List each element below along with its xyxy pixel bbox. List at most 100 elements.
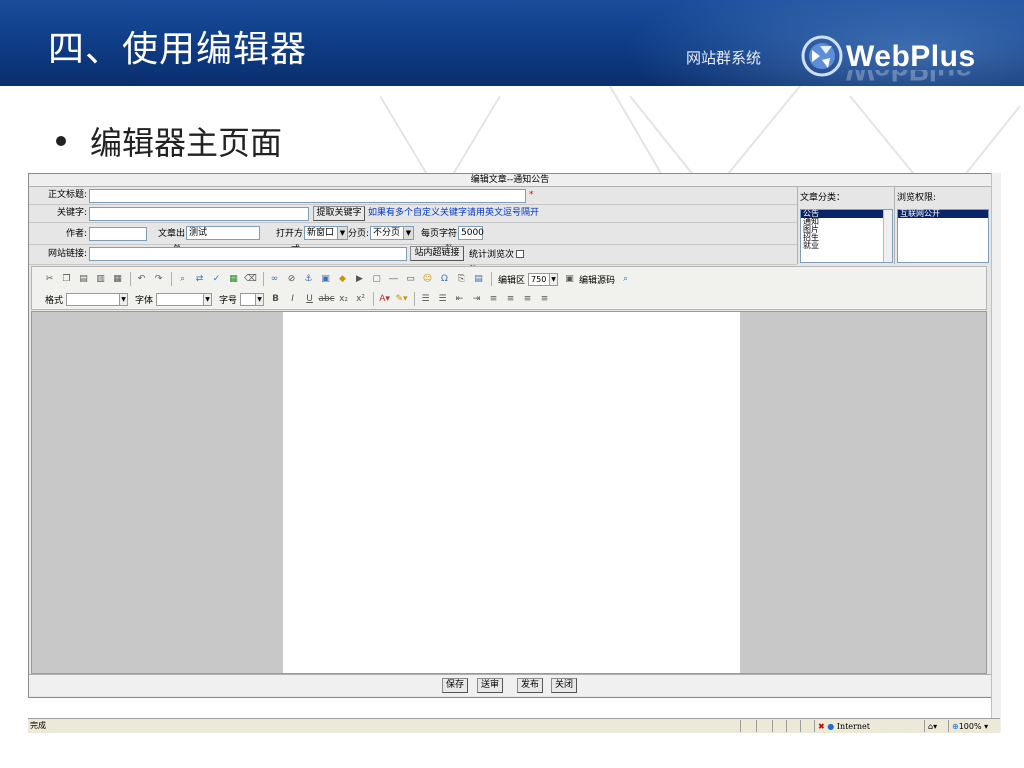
zoom-cell[interactable]: ⊕100% ▾ bbox=[948, 720, 999, 732]
status-cell bbox=[756, 720, 757, 732]
bold-icon[interactable]: B bbox=[268, 292, 283, 307]
remove-format-icon[interactable]: ⌫ bbox=[243, 272, 258, 287]
subscript-icon[interactable]: x₂ bbox=[336, 292, 351, 307]
zoom-icon: ⊕ bbox=[952, 722, 959, 731]
permission-item[interactable]: 互联网公开 bbox=[898, 210, 988, 218]
permission-label: 浏览权限: bbox=[897, 193, 937, 203]
editor-content-page[interactable] bbox=[283, 312, 740, 673]
link-input[interactable] bbox=[89, 247, 407, 261]
source-input[interactable]: 测试 bbox=[186, 226, 260, 240]
edit-area-value: 750 bbox=[531, 274, 547, 284]
redo-icon[interactable]: ↷ bbox=[151, 272, 166, 287]
chevron-down-icon: ▾ bbox=[981, 722, 989, 731]
chars-per-page-input[interactable]: 5000 bbox=[458, 226, 484, 240]
lock-icon: ⌂▾ bbox=[928, 722, 938, 731]
anchor-icon[interactable]: ⚓ bbox=[301, 272, 316, 287]
toolbar-row-2: 格式 ▼ 字体 ▼ 字号 ▼ B I U abc x₂ x² A▾ ✎▾ ☰ ☰… bbox=[42, 289, 554, 309]
paste-word-icon[interactable]: ▦ bbox=[110, 272, 125, 287]
cut-icon[interactable]: ✂ bbox=[42, 272, 57, 287]
keyword-row: 关键字: 提取关键字 如果有多个自定义关键字请用英文逗号隔开 bbox=[29, 205, 797, 223]
smiley-icon[interactable]: ☺ bbox=[420, 272, 435, 287]
site-link-button[interactable]: 站内超链接 bbox=[410, 246, 464, 261]
numbered-list-icon[interactable]: ☰ bbox=[418, 292, 433, 307]
text-color-icon[interactable]: A▾ bbox=[377, 292, 392, 307]
title-row: 正文标题: * bbox=[29, 187, 797, 205]
source-code-label[interactable]: 编辑源码 bbox=[579, 273, 615, 286]
toolbar-separator bbox=[373, 292, 375, 306]
form-icon[interactable]: ▭ bbox=[403, 272, 418, 287]
title-input[interactable] bbox=[89, 189, 526, 203]
format-select[interactable]: ▼ bbox=[66, 292, 129, 306]
toolbar-separator bbox=[130, 272, 131, 286]
page-break-icon[interactable]: ⎘ bbox=[454, 272, 469, 287]
underline-icon[interactable]: U bbox=[302, 292, 317, 307]
paging-label: 分页: bbox=[347, 229, 369, 239]
toolbar-row-1: ✂ ❐ ▤ ▥ ▦ ↶ ↷ ⌕ ⇄ ✓ ▦ ⌫ ∞ ⊘ ⚓ ▣ ◆ ▶ ▢ ― … bbox=[42, 269, 635, 289]
page-scrollbar[interactable] bbox=[991, 173, 1001, 733]
outdent-icon[interactable]: ⇤ bbox=[452, 292, 467, 307]
italic-icon[interactable]: I bbox=[285, 292, 300, 307]
submit-review-button[interactable]: 送审 bbox=[477, 678, 503, 693]
image-icon[interactable]: ▣ bbox=[318, 272, 333, 287]
iframe-icon[interactable]: ▤ bbox=[471, 272, 486, 287]
category-listbox[interactable]: 公告 通知 图片 招生 就业 bbox=[800, 209, 893, 263]
align-justify-icon[interactable]: ≡ bbox=[537, 292, 552, 307]
chevron-down-icon: ▼ bbox=[203, 293, 212, 305]
publish-button[interactable]: 发布 bbox=[517, 678, 543, 693]
special-char-icon[interactable]: Ω bbox=[437, 272, 452, 287]
toolbar-separator bbox=[414, 292, 416, 306]
link-icon[interactable]: ∞ bbox=[267, 272, 282, 287]
indent-icon[interactable]: ⇥ bbox=[469, 292, 484, 307]
table-icon[interactable]: ▦ bbox=[226, 272, 241, 287]
zone-text: Internet bbox=[836, 722, 870, 731]
format-label: 格式 bbox=[45, 295, 64, 306]
blocked-icon: ✖ bbox=[818, 722, 825, 731]
link-row: 网站链接: 站内超链接 统计浏览次数 bbox=[29, 245, 797, 276]
bulleted-list-icon[interactable]: ☰ bbox=[435, 292, 450, 307]
find-icon[interactable]: ⌕ bbox=[175, 272, 190, 287]
size-select[interactable]: ▼ bbox=[240, 292, 265, 306]
spellcheck-icon[interactable]: ✓ bbox=[209, 272, 224, 287]
superscript-icon[interactable]: x² bbox=[353, 292, 368, 307]
paste-text-icon[interactable]: ▥ bbox=[93, 272, 108, 287]
status-cell bbox=[740, 720, 741, 732]
extract-keyword-button[interactable]: 提取关键字 bbox=[313, 206, 365, 221]
link-label: 网站链接: bbox=[47, 249, 87, 259]
open-mode-select[interactable]: 新窗口 ▼ bbox=[304, 226, 348, 240]
paste-icon[interactable]: ▤ bbox=[76, 272, 91, 287]
background-color-icon[interactable]: ✎▾ bbox=[394, 292, 409, 307]
font-select[interactable]: ▼ bbox=[156, 292, 213, 306]
media-icon[interactable]: ▶ bbox=[352, 272, 367, 287]
flash-icon[interactable]: ◆ bbox=[335, 272, 350, 287]
brand-name-reflection: WebPlus bbox=[846, 70, 972, 86]
edit-area-select[interactable]: 750 ▼ bbox=[528, 272, 559, 286]
align-left-icon[interactable]: ≡ bbox=[486, 292, 501, 307]
preview-icon[interactable]: ⌕ bbox=[618, 272, 633, 287]
unlink-icon[interactable]: ⊘ bbox=[284, 272, 299, 287]
replace-icon[interactable]: ⇄ bbox=[192, 272, 207, 287]
keyword-hint: 如果有多个自定义关键字请用英文逗号隔开 bbox=[368, 208, 540, 218]
chevron-down-icon: ▼ bbox=[403, 227, 413, 239]
security-cell[interactable]: ⌂▾ bbox=[924, 720, 949, 732]
align-center-icon[interactable]: ≡ bbox=[503, 292, 518, 307]
author-input[interactable] bbox=[89, 227, 147, 241]
insert-table-icon[interactable]: ▢ bbox=[369, 272, 384, 287]
size-label: 字号 bbox=[219, 295, 238, 306]
chevron-down-icon: ▼ bbox=[255, 293, 264, 305]
save-button[interactable]: 保存 bbox=[442, 678, 468, 693]
permission-listbox[interactable]: 互联网公开 bbox=[897, 209, 989, 263]
edit-area-label: 编辑区 bbox=[498, 275, 526, 286]
align-right-icon[interactable]: ≡ bbox=[520, 292, 535, 307]
count-views-checkbox[interactable] bbox=[516, 250, 524, 258]
undo-icon[interactable]: ↶ bbox=[134, 272, 149, 287]
paging-select[interactable]: 不分页 ▼ bbox=[370, 226, 414, 240]
strikethrough-icon[interactable]: abc bbox=[318, 292, 334, 307]
required-mark: * bbox=[529, 190, 534, 200]
category-item[interactable]: 就业 bbox=[801, 242, 892, 250]
copy-icon[interactable]: ❐ bbox=[59, 272, 74, 287]
keyword-input[interactable] bbox=[89, 207, 309, 221]
horizontal-rule-icon[interactable]: ― bbox=[386, 272, 401, 287]
source-code-icon[interactable]: ▣ bbox=[562, 272, 577, 287]
category-scrollbar[interactable] bbox=[883, 210, 892, 262]
close-button[interactable]: 关闭 bbox=[551, 678, 577, 693]
